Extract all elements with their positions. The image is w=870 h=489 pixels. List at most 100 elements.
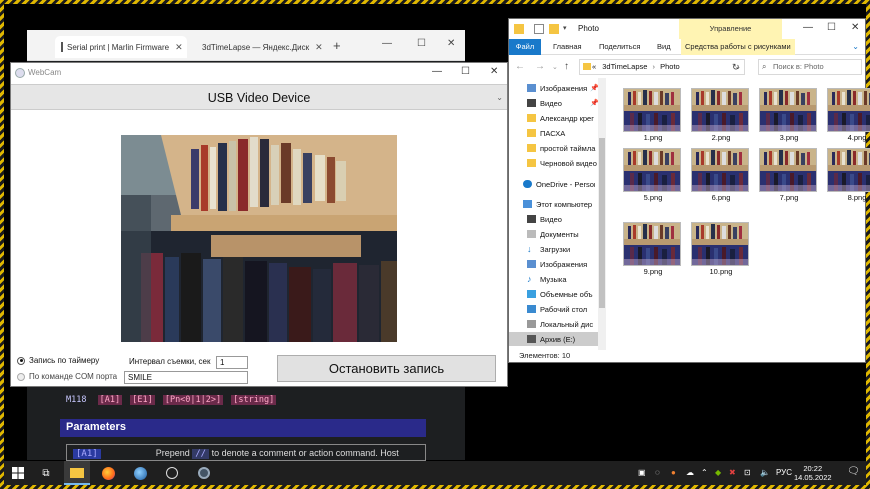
webcam-app-taskbar-icon[interactable]	[196, 465, 212, 481]
nav-item-folder[interactable]: простой таймла	[527, 141, 598, 155]
scrollbar-thumb[interactable]	[599, 138, 605, 308]
file-thumbnail[interactable]: 10.png	[691, 222, 751, 276]
minimize-icon[interactable]: —	[382, 38, 392, 49]
close-icon[interactable]: ✕	[315, 42, 323, 53]
nav-item-desktop[interactable]: Рабочий стол	[527, 302, 598, 316]
file-name: 9.png	[643, 267, 663, 276]
file-thumbnail[interactable]: 1.png	[623, 88, 683, 142]
file-thumbnail[interactable]: 5.png	[623, 148, 683, 202]
close-icon[interactable]: ✕	[175, 42, 183, 53]
nav-item-3d-objects[interactable]: Объемные объ	[527, 287, 598, 301]
security-tray-icon[interactable]: ✖	[729, 468, 736, 477]
inline-code: //	[192, 449, 210, 459]
cloud-tray-icon[interactable]: ☁	[686, 468, 694, 477]
device-selector[interactable]: USB Video Device ⌄	[11, 84, 507, 110]
file-thumbnail[interactable]: 6.png	[691, 148, 751, 202]
up-arrow-icon[interactable]: ↑	[564, 61, 569, 72]
nav-item-archive-drive[interactable]: Архив (E:)	[509, 332, 598, 346]
back-arrow-icon[interactable]: ←	[515, 61, 525, 72]
image-thumbnail-preview	[691, 148, 749, 192]
maximize-icon[interactable]: ☐	[461, 66, 470, 77]
tab-home[interactable]: Главная	[553, 42, 582, 51]
device-name: USB Video Device	[207, 91, 311, 105]
new-tab-plus-icon[interactable]: +	[333, 38, 341, 53]
nav-item-folder[interactable]: ПАСХА	[527, 126, 598, 140]
music-note-icon: ♪	[527, 274, 532, 284]
chevron-down-icon: ⌄	[496, 93, 503, 102]
nav-item-music[interactable]: ♪ Музыка	[527, 272, 598, 286]
nav-item-pictures-pinned[interactable]: Изображения 📌	[527, 81, 598, 95]
video-icon	[527, 215, 536, 223]
search-input[interactable]: ⌕ Поиск в: Photo	[758, 59, 862, 75]
radio-com-mode[interactable]: По команде COM порта	[17, 372, 117, 381]
webcam-titlebar: WebCam — ☐ ✕	[11, 63, 507, 83]
nav-item-folder[interactable]: Черновой видео	[527, 156, 598, 170]
minimize-icon[interactable]: —	[803, 22, 813, 33]
firefox-icon[interactable]	[100, 465, 116, 481]
camera-tray-icon[interactable]: ▣	[638, 468, 646, 477]
tab-label: Serial print | Marlin Firmware	[67, 42, 170, 52]
nav-item-documents[interactable]: Документы	[527, 227, 598, 241]
nav-item-video[interactable]: Видео	[527, 212, 598, 226]
path-overflow[interactable]: «	[592, 62, 596, 71]
com-command-input[interactable]	[124, 371, 248, 384]
tab-serial-print[interactable]: Serial print | Marlin Firmware ✕	[55, 36, 187, 58]
properties-icon[interactable]	[534, 24, 544, 34]
file-thumbnail[interactable]: 7.png	[759, 148, 819, 202]
close-window-icon[interactable]: ✕	[851, 22, 859, 33]
address-bar[interactable]: « 3dTimeLapse › Photo ⌄	[579, 59, 745, 75]
tab-yandex-disk[interactable]: 3dTimeLapse — Яндекс.Диск ✕	[192, 36, 327, 58]
nav-item-local-disk[interactable]: Локальный дис	[527, 317, 598, 331]
task-view-icon[interactable]: ⧉	[38, 465, 54, 481]
nav-item-this-pc[interactable]: Этот компьютер	[523, 197, 595, 211]
drive-icon	[527, 335, 536, 343]
network-tray-icon[interactable]: ◌	[655, 468, 660, 477]
tab-view[interactable]: Вид	[657, 42, 671, 51]
language-indicator[interactable]: РУС	[776, 468, 792, 477]
new-folder-icon[interactable]	[549, 24, 559, 34]
breadcrumb-photo[interactable]: Photo	[660, 62, 680, 71]
app-clock-icon[interactable]	[164, 465, 180, 481]
maximize-icon[interactable]: ☐	[827, 22, 836, 33]
nav-item-pictures[interactable]: Изображения	[527, 257, 598, 271]
file-thumbnail[interactable]: 9.png	[623, 222, 683, 276]
nvidia-tray-icon[interactable]: ◆	[715, 468, 721, 477]
clock[interactable]: 20:22 14.05.2022	[794, 464, 832, 482]
file-thumbnail[interactable]: 3.png	[759, 88, 819, 142]
interval-input[interactable]	[216, 356, 248, 369]
forward-arrow-icon[interactable]: →	[535, 61, 545, 72]
file-thumbnail[interactable]: 8.png	[827, 148, 870, 202]
chevron-down-icon[interactable]: ⌄	[852, 42, 859, 51]
nav-item-downloads[interactable]: ↓ Загрузки	[527, 242, 598, 256]
radio-timer-mode[interactable]: Запись по таймеру	[17, 356, 99, 365]
file-thumbnail[interactable]: 2.png	[691, 88, 751, 142]
ethernet-tray-icon[interactable]: ⊡	[744, 468, 751, 477]
maximize-icon[interactable]: ☐	[417, 38, 426, 49]
windows-start-icon[interactable]	[10, 465, 26, 481]
chevron-down-icon[interactable]: ▾	[563, 24, 573, 34]
volume-icon[interactable]: 🔈	[760, 468, 770, 477]
close-window-icon[interactable]: ✕	[490, 66, 498, 77]
nav-item-folder[interactable]: Александр крег	[527, 111, 598, 125]
app-globe-icon[interactable]	[132, 465, 148, 481]
stop-recording-button[interactable]: Остановить запись	[277, 355, 496, 382]
navigation-scrollbar[interactable]	[598, 78, 606, 350]
tab-file[interactable]: Файл	[509, 39, 541, 55]
tab-share[interactable]: Поделиться	[599, 42, 640, 51]
app-tray-icon[interactable]: ●	[671, 468, 676, 477]
taskbar: ⧉ ▣ ◌ ● ☁ ⌃ ◆ ✖ ⊡ 🔈 РУС 20:22 14.05.2022…	[4, 461, 866, 485]
notifications-icon[interactable]: 🗨	[847, 466, 860, 477]
tab-picture-tools[interactable]: Средства работы с рисунками	[681, 39, 795, 55]
chevron-up-icon[interactable]: ⌃	[701, 468, 708, 477]
refresh-icon[interactable]: ↻	[732, 62, 740, 73]
file-explorer-icon[interactable]	[69, 465, 85, 481]
file-thumbnail[interactable]: 4.png	[827, 88, 870, 142]
nav-item-video-pinned[interactable]: Видео 📌	[527, 96, 598, 110]
image-thumbnail-preview	[827, 88, 870, 132]
close-window-icon[interactable]: ✕	[447, 38, 455, 49]
nav-item-onedrive[interactable]: OneDrive - Persor	[523, 177, 595, 191]
chevron-down-icon[interactable]: ⌄	[552, 63, 558, 71]
minimize-icon[interactable]: —	[432, 66, 442, 77]
breadcrumb-3dtimelapse[interactable]: 3dTimeLapse	[602, 62, 647, 71]
radio-dot	[17, 372, 25, 381]
